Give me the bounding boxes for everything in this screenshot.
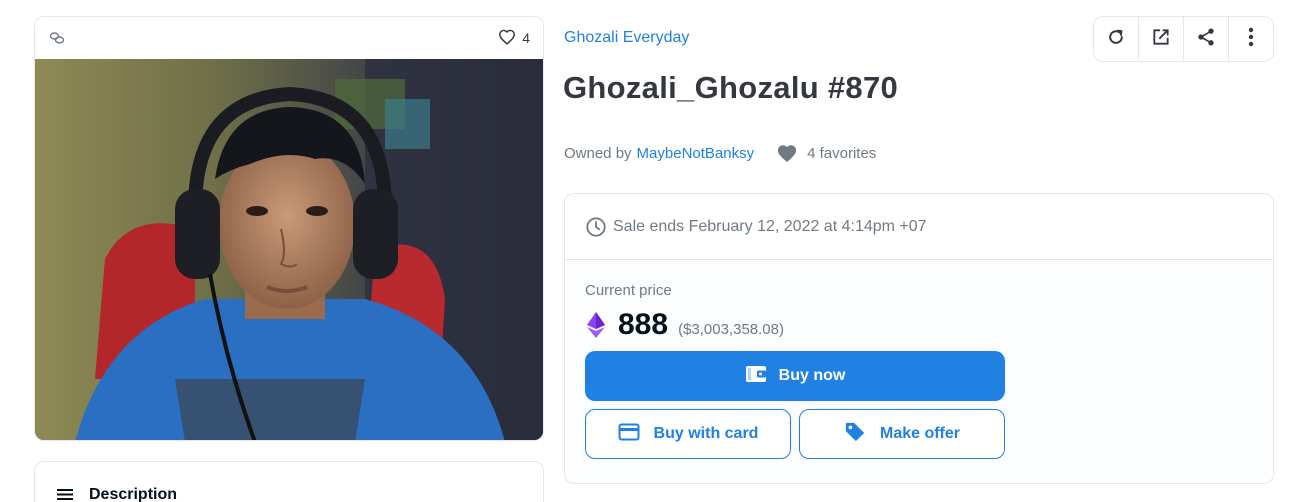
make-offer-button[interactable]: Make offer xyxy=(799,409,1005,459)
favorites-info: 4 favorites xyxy=(776,143,876,163)
price-usd: ($3,003,358.08) xyxy=(678,320,784,338)
heart-filled-icon xyxy=(776,143,798,163)
buy-now-label: Buy now xyxy=(778,367,846,384)
favorite-count-label: 4 xyxy=(522,30,530,46)
buy-with-card-label: Buy with card xyxy=(653,425,759,442)
share-icon xyxy=(1196,27,1216,52)
buy-now-button[interactable]: Buy now xyxy=(585,351,1005,401)
favorites-count-text: 4 favorites xyxy=(807,144,877,162)
heart-outline-icon xyxy=(498,29,516,48)
share-button[interactable] xyxy=(1184,17,1229,61)
favorite-counter[interactable]: 4 xyxy=(498,29,530,48)
refresh-icon xyxy=(1106,27,1126,52)
ethereum-icon xyxy=(585,312,607,338)
price-area: Current price 888 ($3,003,358.08) Buy no… xyxy=(565,260,1273,459)
more-options-icon xyxy=(1248,27,1254,52)
credit-card-icon xyxy=(618,423,640,446)
make-offer-label: Make offer xyxy=(879,425,961,442)
sale-end-text: Sale ends February 12, 2022 at 4:14pm +0… xyxy=(613,217,927,235)
more-options-button[interactable] xyxy=(1229,17,1273,61)
description-list-icon xyxy=(57,488,75,502)
open-external-button[interactable] xyxy=(1139,17,1184,61)
collection-link[interactable]: Ghozali Everyday xyxy=(564,29,689,47)
ethereum-chain-icon[interactable] xyxy=(49,30,65,46)
clock-icon xyxy=(585,216,607,238)
description-panel[interactable]: Description xyxy=(34,461,544,502)
wallet-icon xyxy=(745,365,767,388)
owner-row: Owned by MaybeNotBanksy 4 favorites xyxy=(564,143,876,163)
secondary-actions: Buy with card Make offer xyxy=(585,409,1253,459)
trade-panel: Sale ends February 12, 2022 at 4:14pm +0… xyxy=(564,193,1274,484)
price-row: 888 ($3,003,358.08) xyxy=(585,308,1253,342)
item-toolbar xyxy=(1093,16,1274,62)
description-heading: Description xyxy=(89,486,178,502)
price-label: Current price xyxy=(585,282,672,299)
refresh-button[interactable] xyxy=(1094,17,1139,61)
owner-link[interactable]: MaybeNotBanksy xyxy=(637,145,755,162)
media-card: 4 xyxy=(34,16,544,441)
price-value: 888 xyxy=(618,308,669,341)
buy-with-card-button[interactable]: Buy with card xyxy=(585,409,791,459)
item-title: Ghozali_Ghozalu #870 xyxy=(563,70,899,105)
media-header: 4 xyxy=(35,17,543,59)
external-link-icon xyxy=(1151,27,1171,52)
tag-icon xyxy=(844,421,866,448)
owner-prefix: Owned by xyxy=(564,144,632,162)
sale-end-row: Sale ends February 12, 2022 at 4:14pm +0… xyxy=(565,194,1273,260)
nft-image[interactable] xyxy=(35,59,543,440)
